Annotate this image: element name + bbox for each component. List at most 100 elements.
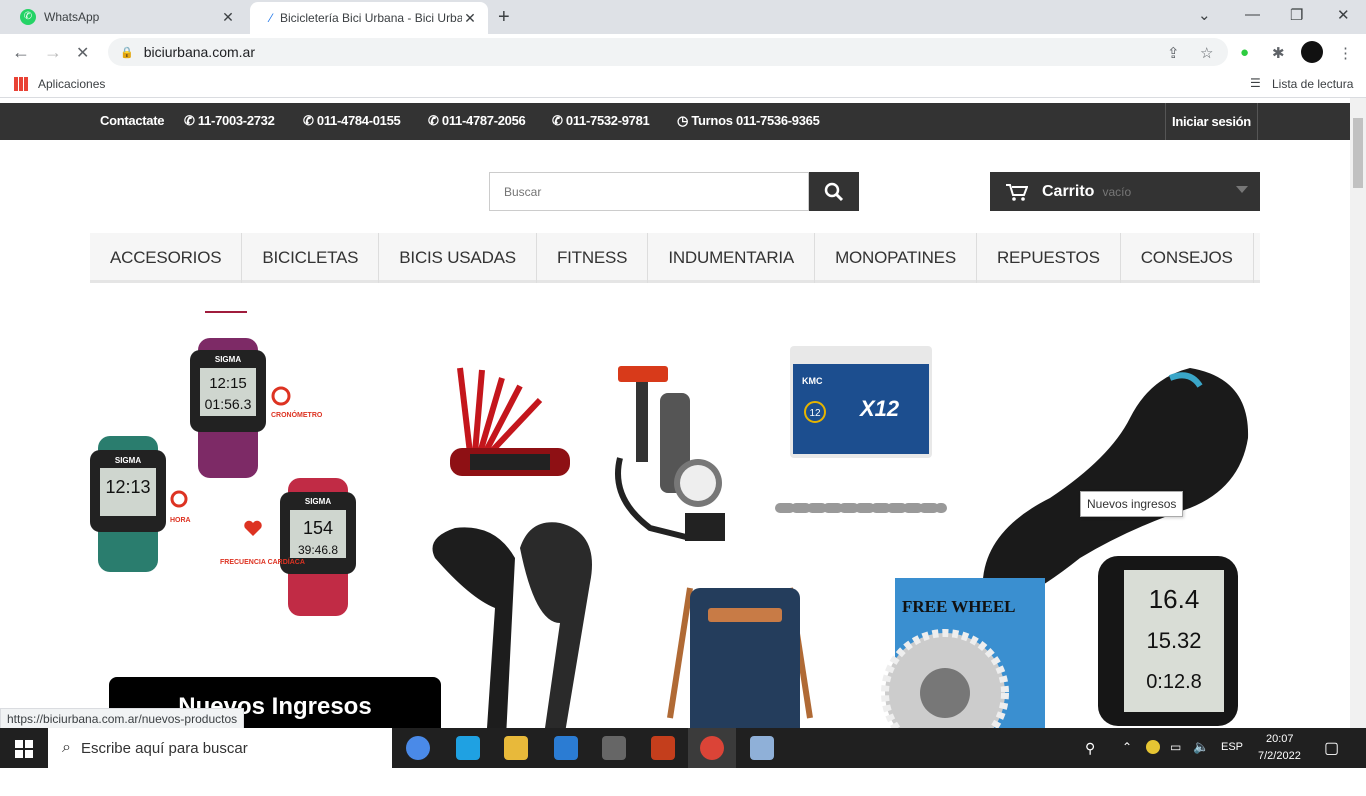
tab-search-icon[interactable]: ⌄	[1198, 6, 1211, 24]
battery-icon[interactable]: ▭	[1170, 740, 1181, 754]
watch-brand: SIGMA	[305, 497, 331, 506]
tray-app-icon[interactable]	[1146, 740, 1160, 754]
menu-item-repuestos[interactable]: REPUESTOS	[977, 233, 1121, 283]
appointments-link[interactable]: ◷ Turnos 011-7536-9365	[677, 113, 820, 129]
reading-list-icon[interactable]: ☰	[1250, 76, 1261, 90]
address-bar[interactable]: 🔒 biciurbana.com.ar	[108, 38, 1228, 66]
menu-item-indumentaria[interactable]: INDUMENTARIA	[648, 233, 816, 283]
close-tab-icon[interactable]: ✕	[220, 9, 236, 26]
share-icon[interactable]: ⇪	[1167, 44, 1180, 62]
menu-item-fitness[interactable]: FITNESS	[537, 233, 649, 283]
phone-link-2[interactable]: ✆ 011-4784-0155	[303, 113, 401, 129]
apps-link[interactable]: Aplicaciones	[38, 77, 105, 91]
whatsapp-icon: ✆	[20, 9, 36, 25]
profile-avatar[interactable]	[1301, 41, 1323, 63]
watch-brand: SIGMA	[215, 355, 241, 364]
cortana-icon[interactable]	[406, 736, 430, 760]
cart-status: vacío	[1102, 184, 1132, 199]
extension-icon[interactable]: ●	[1240, 44, 1249, 61]
close-tab-icon[interactable]: ✕	[462, 10, 478, 27]
minimize-button[interactable]: —	[1245, 6, 1260, 23]
clock-date[interactable]: 7/2/2022	[1258, 750, 1301, 762]
chain-product: KMC X12 12	[775, 346, 947, 513]
people-icon[interactable]: ⚲	[1085, 740, 1095, 757]
watch-readout: 154	[303, 518, 333, 538]
contact-link[interactable]: Contactate	[100, 113, 164, 128]
taskbar-search[interactable]: ⌕ Escribe aquí para buscar	[48, 728, 392, 768]
mail-icon[interactable]	[554, 736, 578, 760]
internet-explorer-icon[interactable]	[456, 736, 480, 760]
language-indicator[interactable]: ESP	[1221, 741, 1243, 753]
search-icon	[824, 182, 844, 201]
watch-brand: SIGMA	[115, 456, 141, 465]
paint-icon[interactable]	[750, 736, 774, 760]
phone-link-1[interactable]: ✆ 11-7003-2732	[184, 113, 275, 129]
url-text: biciurbana.com.ar	[143, 44, 255, 60]
chevron-down-icon	[1236, 186, 1248, 193]
watch-readout: 01:56.3	[205, 396, 252, 412]
extensions-puzzle-icon[interactable]: ✱	[1272, 44, 1285, 62]
tab-whatsapp[interactable]: ✆ WhatsApp ✕	[0, 0, 246, 34]
powerpoint-icon[interactable]	[651, 736, 675, 760]
page-scrollbar[interactable]	[1350, 98, 1366, 728]
cart-label: Carrito	[1042, 182, 1095, 200]
search-button[interactable]	[809, 172, 859, 211]
freewheel-product: FREE WHEEL	[881, 578, 1045, 728]
menu-item-consejos[interactable]: CONSEJOS	[1121, 233, 1254, 283]
forward-button[interactable]: →	[44, 42, 62, 63]
chrome-icon[interactable]	[700, 736, 724, 760]
lock-icon: 🔒	[120, 46, 134, 59]
phone-icon: ✆	[428, 113, 442, 128]
bookmark-star-icon[interactable]: ☆	[1200, 44, 1213, 62]
apps-grid-icon[interactable]	[14, 77, 28, 91]
contact-strip: Contactate ✆ 11-7003-2732 ✆ 011-4784-015…	[0, 103, 1350, 140]
screen-margin	[0, 768, 1366, 796]
phone-text: Turnos 011-7536-9365	[691, 113, 820, 128]
windows-start-icon[interactable]	[15, 740, 33, 758]
cart-button[interactable]: Carrito vacío	[990, 172, 1260, 211]
computer-readout: 16.4	[1149, 584, 1200, 614]
menu-dots-icon[interactable]: ⋮	[1338, 44, 1353, 62]
phone-icon: ✆	[552, 113, 566, 128]
clock-icon	[170, 490, 188, 508]
notifications-icon[interactable]: ▢	[1324, 738, 1339, 758]
stop-loading-button[interactable]: ✕	[76, 43, 89, 63]
login-link[interactable]: Iniciar sesión	[1165, 103, 1258, 140]
new-arrivals-banner[interactable]: SIGMA 12:15 01:56.3 CRONÓMETRO SIGMA 12:…	[90, 308, 1260, 728]
menu-item-bicicletas[interactable]: BICICLETAS	[242, 233, 380, 283]
close-window-button[interactable]: ✕	[1337, 6, 1350, 24]
scrollbar-thumb[interactable]	[1353, 118, 1363, 188]
accent-line	[205, 311, 247, 313]
clock-time[interactable]: 20:07	[1266, 733, 1294, 745]
menu-item-bicis-usadas[interactable]: BICIS USADAS	[379, 233, 537, 283]
phone-link-3[interactable]: ✆ 011-4787-2056	[428, 113, 526, 129]
tab-biciurbana[interactable]: ⁄ Bicicletería Bici Urbana - Bici Urba ✕	[250, 2, 488, 34]
phone-link-4[interactable]: ✆ 011-7532-9781	[552, 113, 650, 129]
loading-icon: ⁄	[270, 11, 273, 25]
bike-computer-product: 16.4 15.32 0:12.8	[1098, 556, 1238, 726]
phone-icon: ✆	[303, 113, 317, 128]
bookmarks-bar: Aplicaciones ☰ Lista de lectura	[0, 70, 1366, 98]
restore-button[interactable]: ❐	[1290, 6, 1303, 24]
tooltip: Nuevos ingresos	[1080, 491, 1184, 517]
back-button[interactable]: ←	[12, 42, 30, 63]
floor-pump-product	[615, 366, 725, 541]
search-input[interactable]	[489, 172, 809, 211]
store-icon[interactable]	[602, 736, 626, 760]
phone-text: 011-4787-2056	[441, 113, 526, 128]
reading-list-link[interactable]: Lista de lectura	[1272, 77, 1353, 91]
product-name: FREE WHEEL	[902, 597, 1016, 616]
file-explorer-icon[interactable]	[504, 736, 528, 760]
product-model: X12	[858, 396, 900, 421]
browser-toolbar: ← → ✕ 🔒 biciurbana.com.ar ⇪ ☆ ● ✱ ⋮	[0, 34, 1366, 70]
heart-icon	[244, 520, 262, 536]
menu-item-monopatines[interactable]: MONOPATINES	[815, 233, 977, 283]
watch-readout: 12:15	[209, 375, 247, 392]
brake-levers-product	[432, 522, 592, 728]
windows-taskbar: ⌕ Escribe aquí para buscar ⚲ ⌃ ▭ 🔈 ESP 2…	[0, 728, 1366, 768]
volume-icon[interactable]: 🔈	[1193, 739, 1209, 755]
chevron-up-icon[interactable]: ⌃	[1122, 740, 1132, 754]
menu-item-accesorios[interactable]: ACCESORIOS	[90, 233, 243, 283]
search-icon: ⌕	[62, 739, 71, 756]
new-tab-button[interactable]: +	[498, 6, 510, 29]
